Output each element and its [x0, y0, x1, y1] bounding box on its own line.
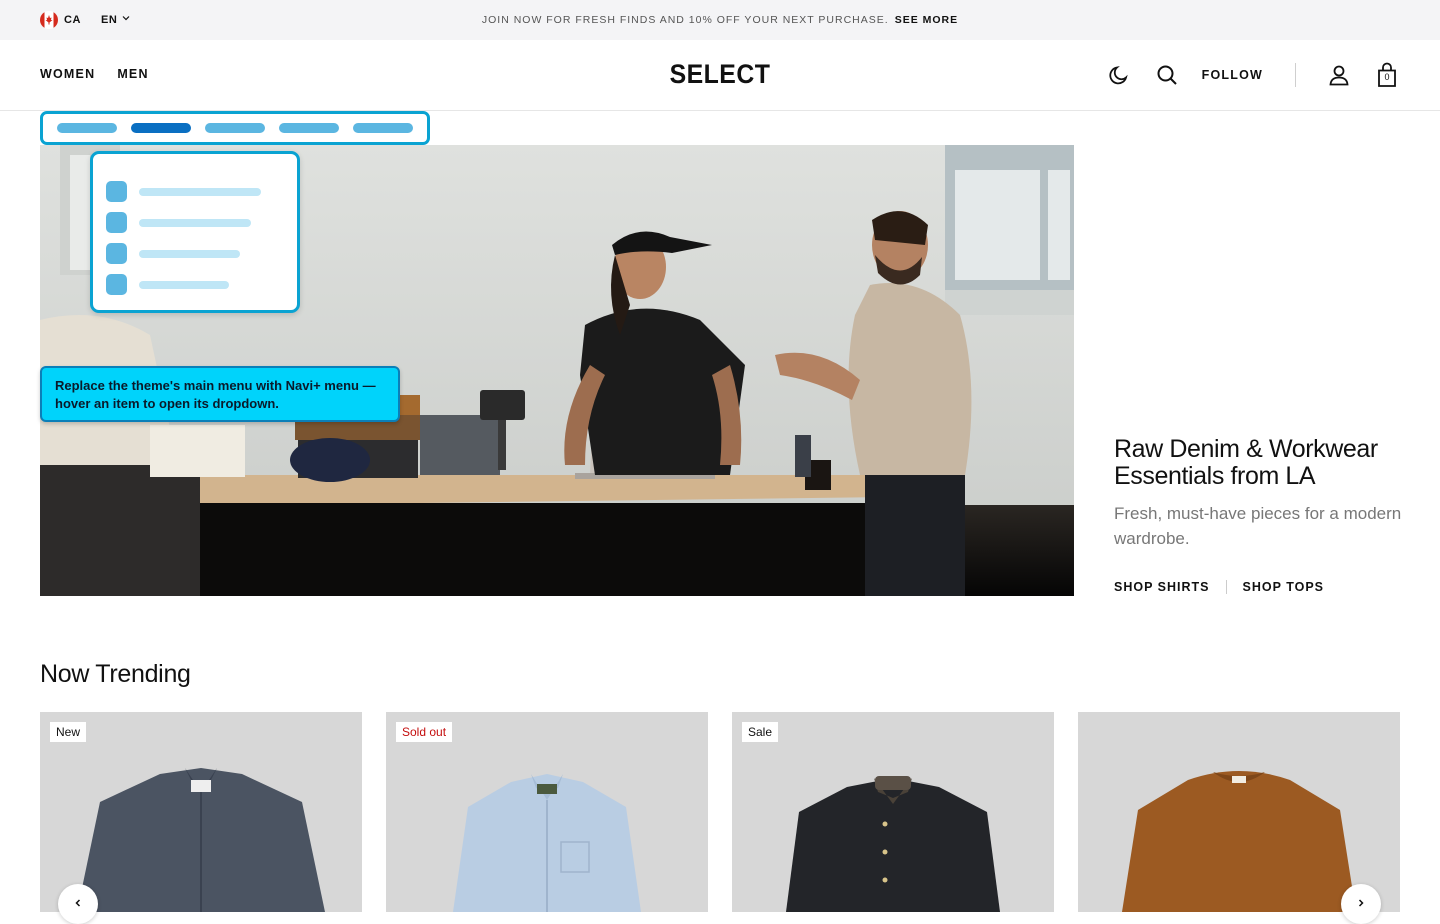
dropdown-item-placeholder	[139, 187, 261, 196]
product-carousel: New Sold out Sale	[40, 712, 1400, 912]
section-title: Now Trending	[40, 660, 191, 688]
product-badge-sold-out: Sold out	[396, 722, 453, 742]
dropdown-item-icon	[106, 212, 127, 233]
product-image-oxford-shirt	[453, 774, 641, 912]
navi-menu-bar	[40, 111, 430, 145]
product-card[interactable]	[1078, 712, 1400, 912]
navi-menu-item[interactable]	[279, 123, 339, 133]
chevron-left-icon	[73, 895, 83, 913]
dropdown-item-icon	[106, 274, 127, 295]
hero-subtitle: Fresh, must-have pieces for a modern war…	[1114, 504, 1402, 548]
follow-link[interactable]: FOLLOW	[1202, 68, 1263, 82]
hero-title: Raw Denim & Workwear Essentials from LA	[1114, 435, 1378, 490]
account-icon[interactable]	[1326, 62, 1352, 88]
header-actions: FOLLOW 0	[1106, 62, 1400, 88]
cart-count: 0	[1384, 72, 1390, 82]
navi-menu-item-active[interactable]	[131, 123, 191, 133]
cart-icon[interactable]: 0	[1374, 62, 1400, 88]
dropdown-item[interactable]	[106, 238, 297, 269]
dropdown-item-icon	[106, 181, 127, 202]
link-divider	[1225, 580, 1227, 594]
header-divider	[1295, 63, 1296, 87]
site-header: WOMEN MEN SELECT FOLLOW 0	[0, 40, 1440, 111]
announcement-bar: CA EN JOIN NOW FOR FRESH FINDS AND 10% O…	[0, 0, 1440, 40]
dropdown-item[interactable]	[106, 176, 297, 207]
navi-menu-item[interactable]	[205, 123, 265, 133]
shop-shirts-link[interactable]: SHOP SHIRTS	[1114, 580, 1210, 594]
carousel-prev-button[interactable]	[58, 884, 98, 924]
dropdown-item-placeholder	[139, 218, 251, 227]
see-more-link[interactable]: SEE MORE	[895, 14, 958, 26]
product-image-knit-sweater	[1122, 771, 1356, 912]
search-icon[interactable]	[1154, 62, 1180, 88]
dark-mode-toggle-icon[interactable]	[1106, 62, 1132, 88]
product-card[interactable]: Sale	[732, 712, 1054, 912]
product-badge-new: New	[50, 722, 87, 742]
announcement-text: JOIN NOW FOR FRESH FINDS AND 10% OFF YOU…	[481, 14, 889, 26]
product-image-denim-shirt	[77, 768, 325, 912]
navi-menu-item[interactable]	[353, 123, 413, 133]
product-card[interactable]: New	[40, 712, 362, 912]
dropdown-item[interactable]	[106, 269, 297, 300]
carousel-next-button[interactable]	[1341, 884, 1381, 924]
dropdown-item-icon	[106, 243, 127, 264]
product-image-work-jacket	[786, 776, 1000, 912]
product-badge-sale: Sale	[742, 722, 779, 742]
dropdown-item-placeholder	[139, 249, 240, 258]
shop-tops-link[interactable]: SHOP TOPS	[1243, 580, 1324, 594]
hero-promo: Raw Denim & Workwear Essentials from LA …	[1114, 436, 1414, 551]
product-card[interactable]: Sold out	[386, 712, 708, 912]
dropdown-item[interactable]	[106, 207, 297, 238]
navi-menu-item[interactable]	[57, 123, 117, 133]
hero-links: SHOP SHIRTS SHOP TOPS	[1114, 580, 1324, 594]
announcement-message: JOIN NOW FOR FRESH FINDS AND 10% OFF YOU…	[0, 14, 1440, 26]
chevron-right-icon	[1356, 895, 1366, 913]
navi-dropdown	[90, 151, 300, 313]
instruction-callout: Replace the theme's main menu with Navi+…	[40, 366, 400, 422]
dropdown-item-placeholder	[139, 280, 229, 289]
